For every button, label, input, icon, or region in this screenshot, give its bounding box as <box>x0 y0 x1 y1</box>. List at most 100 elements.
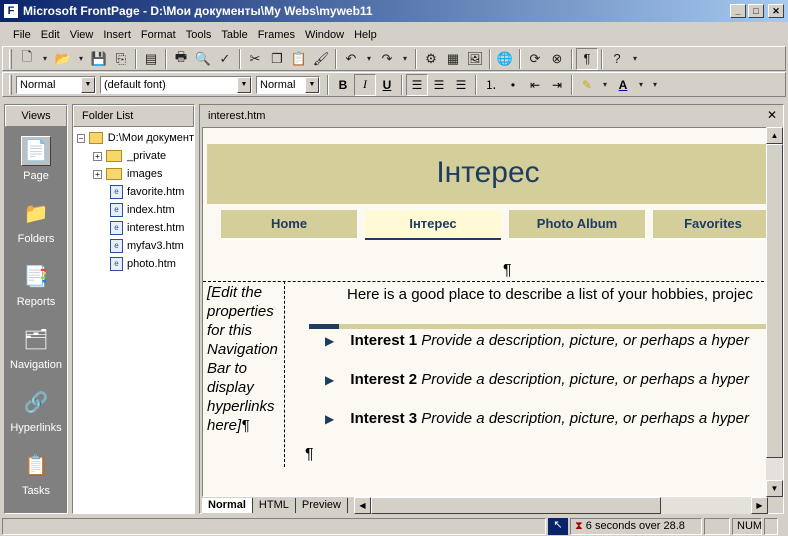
toolbar-options-icon[interactable]: ▾ <box>628 48 642 70</box>
print-icon[interactable]: 🖶 <box>170 48 192 70</box>
expand-icon[interactable]: + <box>93 151 102 161</box>
open-dropdown-icon[interactable]: ▾ <box>74 48 88 70</box>
redo-icon[interactable]: ↷ <box>376 48 398 70</box>
view-folders[interactable]: 📁 Folders <box>5 190 67 253</box>
nav-button-favorites[interactable]: Favorites <box>653 210 767 240</box>
navigation-bar-placeholder[interactable]: [Edit the properties for this Navigation… <box>203 281 285 467</box>
redo-dropdown-icon[interactable]: ▾ <box>398 48 412 70</box>
resize-grip[interactable] <box>764 517 778 535</box>
collapse-icon[interactable]: − <box>77 133 85 143</box>
tree-item-interest[interactable]: e interest.htm <box>77 219 194 237</box>
publish-web-icon[interactable]: ⎘ <box>110 48 132 70</box>
expand-icon[interactable]: + <box>93 169 102 179</box>
highlight-color-icon[interactable]: ✎ <box>576 74 598 96</box>
stop-icon[interactable]: ⊗ <box>546 48 568 70</box>
menu-format[interactable]: Format <box>136 27 181 43</box>
numbered-list-icon[interactable]: ⒈ <box>480 74 502 96</box>
tree-item-index[interactable]: e index.htm <box>77 201 194 219</box>
close-button[interactable]: ✕ <box>768 4 784 18</box>
copy-icon[interactable]: ❐ <box>266 48 288 70</box>
menu-view[interactable]: View <box>65 27 99 43</box>
tree-root[interactable]: − D:\Мои документ <box>77 129 194 147</box>
insert-component-icon[interactable]: ⚙ <box>420 48 442 70</box>
chevron-down-icon[interactable]: ▼ <box>305 76 319 93</box>
highlight-dropdown-icon[interactable]: ▾ <box>598 74 612 96</box>
scroll-left-icon[interactable]: ◀ <box>353 497 371 514</box>
intro-paragraph[interactable]: Here is a good place to describe a list … <box>347 286 753 303</box>
insert-table-icon[interactable]: ▦ <box>442 48 464 70</box>
undo-icon[interactable]: ↶ <box>340 48 362 70</box>
maximize-button[interactable]: □ <box>748 4 764 18</box>
hyperlink-icon[interactable]: 🌐 <box>494 48 516 70</box>
scroll-down-icon[interactable]: ▼ <box>766 480 783 497</box>
page-banner[interactable]: Інтерес <box>207 144 767 204</box>
document-canvas[interactable]: Інтерес Home Інтерес Photo Album Favorit… <box>202 127 768 497</box>
underline-button[interactable]: U <box>376 74 398 96</box>
spelling-icon[interactable]: ✓ <box>214 48 236 70</box>
scroll-right-icon[interactable]: ▶ <box>751 497 768 514</box>
tab-normal[interactable]: Normal <box>202 498 253 513</box>
view-reports[interactable]: 📑 Reports <box>5 253 67 316</box>
view-tasks[interactable]: 📋 Tasks <box>5 442 67 505</box>
font-select[interactable]: (default font) ▼ <box>100 75 252 94</box>
align-center-icon[interactable]: ☰ <box>428 74 450 96</box>
increase-indent-icon[interactable]: ⇥ <box>546 74 568 96</box>
nav-button-interest[interactable]: Інтерес <box>365 210 501 240</box>
scroll-up-icon[interactable]: ▲ <box>766 127 783 144</box>
interest-item[interactable]: ▶ Interest 2 Provide a description, pict… <box>325 371 749 388</box>
menu-frames[interactable]: Frames <box>253 27 300 43</box>
undo-dropdown-icon[interactable]: ▾ <box>362 48 376 70</box>
nav-button-photo-album[interactable]: Photo Album <box>509 210 645 240</box>
chevron-down-icon[interactable]: ▼ <box>81 76 95 93</box>
italic-button[interactable]: I <box>354 73 376 96</box>
open-folder-icon[interactable]: 📂 <box>52 48 74 70</box>
tree-item-photo[interactable]: e photo.htm <box>77 255 194 273</box>
folder-list-icon[interactable]: ▤ <box>140 48 162 70</box>
tab-html[interactable]: HTML <box>253 498 296 513</box>
menu-tools[interactable]: Tools <box>181 27 217 43</box>
bold-button[interactable]: B <box>332 74 354 96</box>
insert-picture-icon[interactable]: 🖼 <box>464 48 486 70</box>
preview-in-browser-icon[interactable]: 🔍 <box>192 48 214 70</box>
interest-item[interactable]: ▶ Interest 1 Provide a description, pict… <box>325 332 749 349</box>
menu-file[interactable]: File <box>8 27 36 43</box>
style-select[interactable]: Normal ▼ <box>16 75 96 94</box>
help-icon[interactable]: ? <box>606 48 628 70</box>
view-page[interactable]: 📄 Page <box>5 127 67 190</box>
scroll-thumb[interactable] <box>370 497 661 514</box>
horizontal-scrollbar[interactable]: ◀ ▶ <box>353 497 768 514</box>
minimize-button[interactable]: _ <box>730 4 746 18</box>
paste-icon[interactable]: 📋 <box>288 48 310 70</box>
menu-help[interactable]: Help <box>349 27 382 43</box>
show-all-icon[interactable]: ¶ <box>576 47 598 70</box>
toolbar-options-icon[interactable]: ▾ <box>648 74 662 96</box>
font-color-icon[interactable]: A <box>612 74 634 96</box>
chevron-down-icon[interactable]: ▼ <box>237 76 251 93</box>
new-page-icon[interactable]: 🗋 <box>16 48 38 70</box>
frontpage-app-icon[interactable]: F <box>3 3 19 19</box>
toolbar-grip[interactable] <box>9 48 12 69</box>
menu-insert[interactable]: Insert <box>98 27 136 43</box>
cut-icon[interactable]: ✂ <box>244 48 266 70</box>
save-icon[interactable]: 💾 <box>88 48 110 70</box>
tree-item-myfav3[interactable]: e myfav3.htm <box>77 237 194 255</box>
tree-item-private[interactable]: + _private <box>77 147 194 165</box>
menu-table[interactable]: Table <box>216 27 252 43</box>
menu-window[interactable]: Window <box>300 27 349 43</box>
menu-edit[interactable]: Edit <box>36 27 65 43</box>
view-hyperlinks[interactable]: 🔗 Hyperlinks <box>5 379 67 442</box>
tree-item-favorite[interactable]: e favorite.htm <box>77 183 194 201</box>
refresh-icon[interactable]: ⟳ <box>524 48 546 70</box>
interest-item[interactable]: ▶ Interest 3 Provide a description, pict… <box>325 410 749 427</box>
scroll-thumb[interactable] <box>766 144 783 458</box>
format-painter-icon[interactable]: 🖌 <box>310 48 332 70</box>
align-left-icon[interactable]: ☰ <box>406 73 428 96</box>
bullet-list-icon[interactable]: • <box>502 74 524 96</box>
tab-preview[interactable]: Preview <box>296 498 348 513</box>
font-size-select[interactable]: Normal ▼ <box>256 75 320 94</box>
new-dropdown-icon[interactable]: ▾ <box>38 48 52 70</box>
close-document-icon[interactable]: ✕ <box>767 108 777 122</box>
nav-button-home[interactable]: Home <box>221 210 357 240</box>
font-color-dropdown-icon[interactable]: ▾ <box>634 74 648 96</box>
align-right-icon[interactable]: ☰ <box>450 74 472 96</box>
